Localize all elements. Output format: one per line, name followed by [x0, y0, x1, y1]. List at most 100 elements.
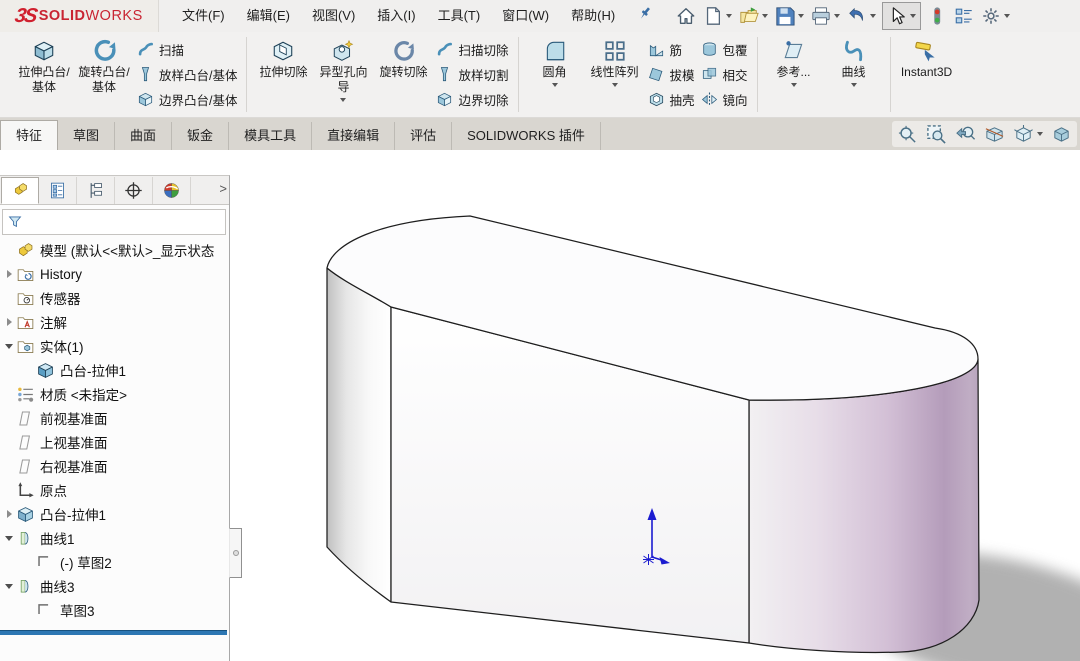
ribbon-button-loft-cut[interactable]: 放样切割	[436, 65, 508, 84]
quick-tool-performance-indicator[interactable]	[924, 3, 950, 29]
rollback-bar[interactable]	[0, 630, 227, 635]
open-icon	[739, 6, 759, 26]
quick-tool-settings-gear[interactable]	[978, 3, 1013, 29]
menu-item-tools[interactable]: 工具(T)	[427, 0, 492, 32]
tree-item-boss-extrude1[interactable]: 凸台-拉伸1	[0, 502, 229, 526]
expand-arrow[interactable]	[2, 536, 16, 541]
ribbon-button-mirror[interactable]: 镜向	[701, 90, 748, 109]
ribbon-button-sweep-cut[interactable]: 扫描切除	[436, 40, 508, 59]
tab-direct-editing[interactable]: 直接编辑	[312, 122, 395, 150]
ribbon-button-revolve-boss[interactable]: 旋转凸台/基体	[75, 32, 133, 117]
expand-arrow[interactable]	[2, 510, 16, 518]
tab-solidworks-addins[interactable]: SOLIDWORKS 插件	[452, 122, 601, 150]
tree-item-material[interactable]: 材质 <未指定>	[0, 382, 229, 406]
tree-item-body-boss-extrude1[interactable]: 凸台-拉伸1	[0, 358, 229, 382]
tree-item-annotations[interactable]: 注解	[0, 310, 229, 334]
section-view-button[interactable]	[984, 124, 1005, 145]
expand-arrow[interactable]	[2, 318, 16, 326]
tab-evaluate[interactable]: 评估	[395, 122, 452, 150]
quick-tool-select-cursor[interactable]	[882, 2, 921, 30]
quick-tool-home[interactable]	[673, 3, 699, 29]
tree-item-sketch2[interactable]: (-) 草图2	[0, 550, 229, 574]
tab-sketch[interactable]: 草图	[58, 122, 115, 150]
ribbon-button-curves[interactable]: 曲线	[825, 32, 883, 117]
zoom-area-button[interactable]	[926, 124, 947, 145]
tab-surfaces[interactable]: 曲面	[115, 122, 172, 150]
tree-item-solid-bodies[interactable]: 实体(1)	[0, 334, 229, 358]
ribbon-button-extrude-cut[interactable]: 拉伸切除	[254, 32, 312, 117]
panel-tab-dimxpertmanager[interactable]	[115, 177, 153, 204]
ribbon-button-fillet[interactable]: 圆角	[526, 32, 584, 117]
tab-mold-tools[interactable]: 模具工具	[229, 122, 312, 150]
panel-splitter-handle[interactable]	[229, 528, 242, 578]
expand-arrow[interactable]	[2, 344, 16, 349]
quick-tool-save[interactable]	[772, 3, 807, 29]
pin-menu-button[interactable]	[636, 5, 653, 27]
display-style-button[interactable]	[1051, 124, 1072, 145]
ribbon-button-hole-wizard[interactable]: 异型孔向导	[314, 32, 372, 117]
tree-item-label: 曲线3	[40, 576, 75, 596]
ribbon-button-instant3d[interactable]: Instant3D	[898, 32, 956, 117]
zoom-fit-icon	[897, 124, 918, 145]
tree-item-top-plane[interactable]: 上视基准面	[0, 430, 229, 454]
tree-item-curve3[interactable]: 曲线3	[0, 574, 229, 598]
tree-item-sensors[interactable]: 传感器	[0, 286, 229, 310]
feature-tree-filter[interactable]	[2, 209, 226, 235]
ribbon-button-label: 拉伸切除	[255, 65, 311, 80]
model-right-cylinder-face[interactable]	[749, 359, 979, 652]
ribbon-button-extrude-boss[interactable]: 拉伸凸台/基体	[15, 32, 73, 117]
quick-tool-print[interactable]	[808, 3, 843, 29]
tree-item-model-root[interactable]: 模型 (默认<<默认>_显示状态	[0, 238, 229, 262]
pushpin-icon	[636, 5, 653, 27]
menu-item-help[interactable]: 帮助(H)	[560, 0, 626, 32]
solidworks-window: 3S SOLIDWORKS 文件(F)编辑(E)视图(V)插入(I)工具(T)窗…	[0, 0, 1080, 661]
panel-overflow-chevron-icon[interactable]: >	[219, 181, 227, 200]
ribbon-button-sweep[interactable]: 扫描	[137, 40, 237, 59]
tree-item-right-plane[interactable]: 右视基准面	[0, 454, 229, 478]
menu-item-insert[interactable]: 插入(I)	[366, 0, 426, 32]
expand-arrow[interactable]	[2, 584, 16, 589]
panel-tab-featuremanager[interactable]	[1, 177, 39, 204]
model-left-cylinder-face[interactable]	[327, 268, 391, 602]
menu-item-view[interactable]: 视图(V)	[301, 0, 366, 32]
panel-tab-displaymanager[interactable]	[153, 177, 191, 204]
panel-tab-configurationmanager[interactable]	[77, 177, 115, 204]
expand-arrow[interactable]	[2, 270, 16, 278]
ribbon-button-boundary-cut[interactable]: 边界切除	[436, 90, 508, 109]
tree-item-origin[interactable]: 原点	[0, 478, 229, 502]
graphics-area[interactable]: > 模型 (默认<<默认>_显示状态History传感器注解实体(1)凸台-拉伸…	[0, 150, 1080, 661]
ribbon-button-draft[interactable]: 拔模	[648, 65, 695, 84]
quick-tool-options-list[interactable]	[951, 3, 977, 29]
view-orientation-button[interactable]	[1013, 124, 1043, 145]
ribbon-button-rib[interactable]: 筋	[648, 40, 695, 59]
tree-item-curve1[interactable]: 曲线1	[0, 526, 229, 550]
ribbon-button-loft[interactable]: 放样凸台/基体	[137, 65, 237, 84]
ribbon-button-shell[interactable]: 抽壳	[648, 90, 695, 109]
tab-features[interactable]: 特征	[0, 120, 58, 150]
tree-item-sketch3[interactable]: 草图3	[0, 598, 229, 622]
save-icon	[775, 6, 795, 26]
previous-view-button[interactable]	[955, 124, 976, 145]
ribbon-button-boundary[interactable]: 边界凸台/基体	[137, 90, 237, 109]
tab-sheet-metal[interactable]: 钣金	[172, 122, 229, 150]
menu-item-edit[interactable]: 编辑(E)	[236, 0, 301, 32]
quick-tool-undo[interactable]	[844, 3, 879, 29]
panel-tab-propertymanager[interactable]	[39, 177, 77, 204]
menu-item-window[interactable]: 窗口(W)	[491, 0, 560, 32]
ribbon-button-linear-pattern[interactable]: 线性阵列	[586, 32, 644, 117]
ribbon-button-intersect[interactable]: 相交	[701, 65, 748, 84]
chevron-down-icon	[834, 14, 840, 18]
feature-tree-filter-input[interactable]	[27, 214, 221, 230]
quick-tool-new-document[interactable]	[700, 3, 735, 29]
quick-tool-open[interactable]	[736, 3, 771, 29]
tree-item-label: 模型 (默认<<默认>_显示状态	[40, 240, 214, 260]
tree-item-history[interactable]: History	[0, 262, 229, 286]
ribbon-button-revolve-cut[interactable]: 旋转切除	[374, 32, 432, 117]
menu-item-file[interactable]: 文件(F)	[171, 0, 236, 32]
ribbon-button-wrap[interactable]: 包覆	[701, 40, 748, 59]
zoom-fit-button[interactable]	[897, 124, 918, 145]
loft-cut-icon	[436, 66, 453, 83]
tree-item-front-plane[interactable]: 前视基准面	[0, 406, 229, 430]
ribbon-button-label: 异型孔向导	[315, 65, 371, 95]
ribbon-button-ref-geometry[interactable]: 参考...	[765, 32, 823, 117]
